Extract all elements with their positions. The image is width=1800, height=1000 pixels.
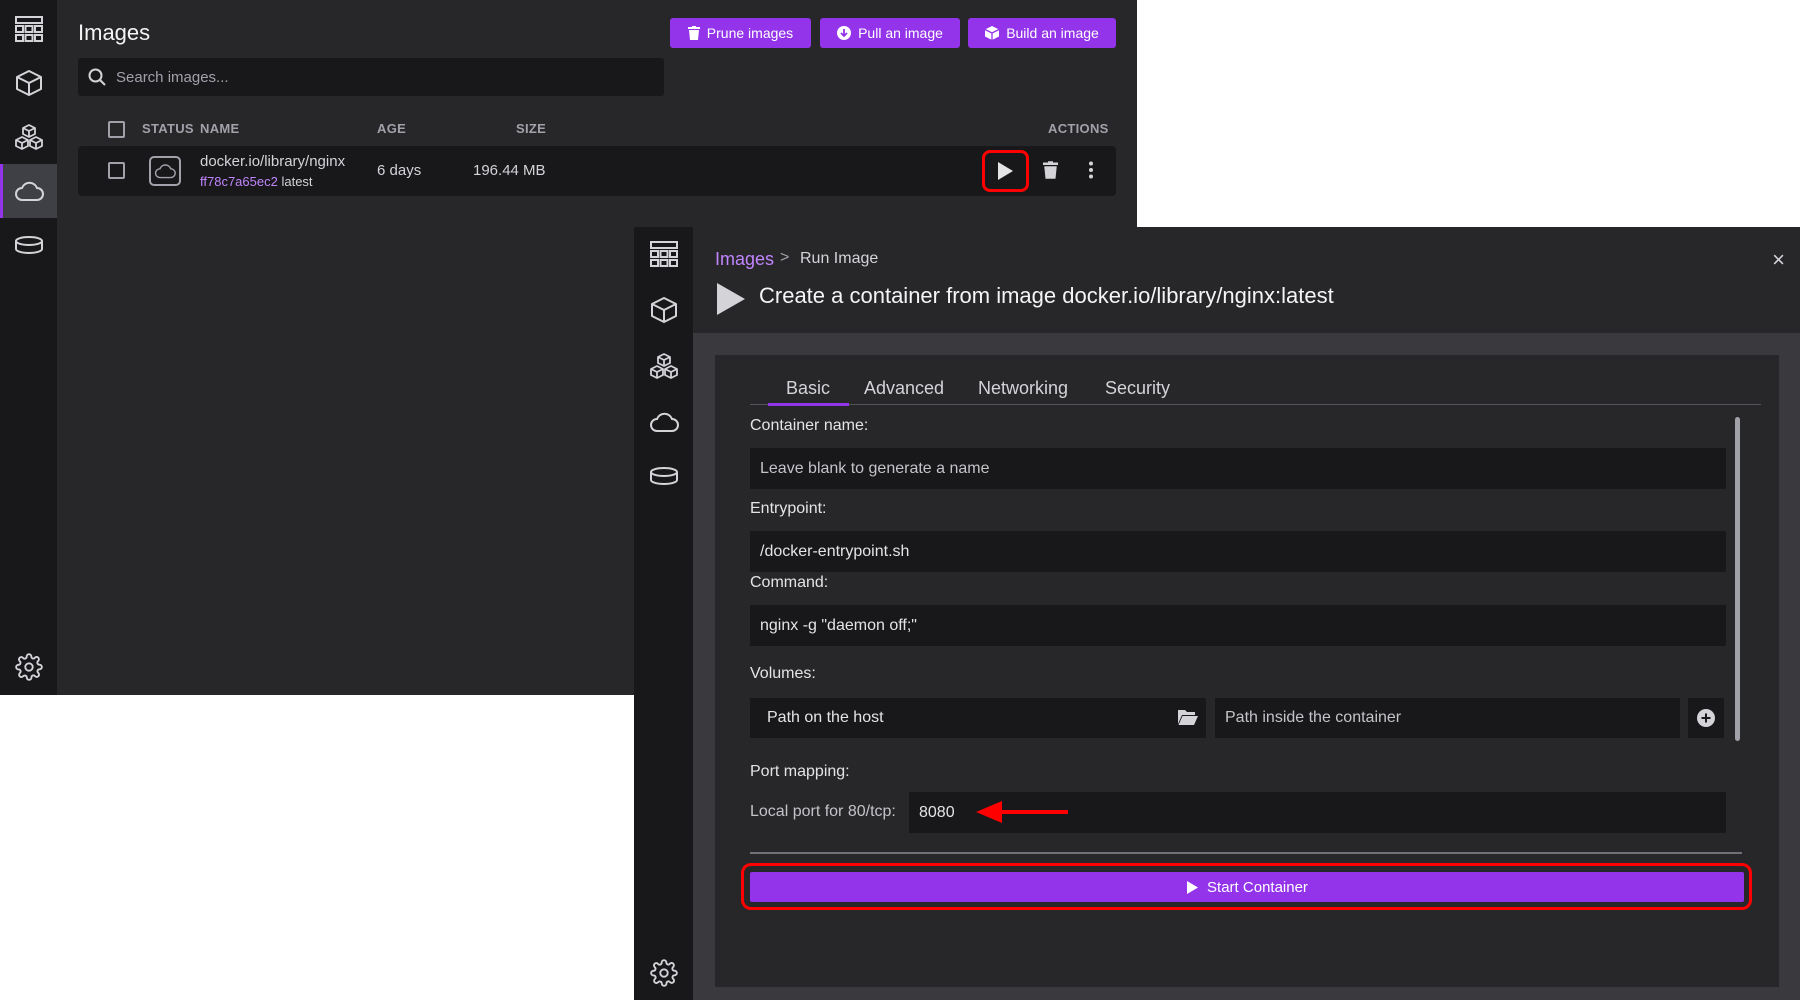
search-icon <box>88 68 106 86</box>
trash-icon <box>687 26 700 40</box>
image-id-tag: ff78c7a65ec2 latest <box>200 174 313 189</box>
row-checkbox[interactable] <box>108 162 125 179</box>
download-circle-icon <box>837 26 852 40</box>
nav-images[interactable] <box>634 395 693 449</box>
build-image-button[interactable]: Build an image <box>968 18 1116 48</box>
start-button-highlight <box>741 863 1752 910</box>
nav-volumes[interactable] <box>0 218 57 272</box>
nav-containers[interactable] <box>634 283 693 337</box>
command-input[interactable] <box>750 605 1726 646</box>
image-age: 6 days <box>377 162 422 179</box>
image-id[interactable]: ff78c7a65ec2 <box>200 174 278 189</box>
delete-image-button[interactable] <box>1043 161 1058 179</box>
dashboard-icon <box>649 241 678 267</box>
command-label: Command: <box>750 574 829 591</box>
pull-image-label: Pull an image <box>858 25 943 41</box>
settings-gear-icon <box>649 959 678 987</box>
container-name-input[interactable] <box>750 448 1726 489</box>
nav-dashboard[interactable] <box>634 227 693 281</box>
breadcrumb-images-link[interactable]: Images <box>715 249 774 270</box>
tab-basic[interactable]: Basic <box>786 378 830 399</box>
column-status[interactable]: STATUS <box>142 121 194 136</box>
nav-pods[interactable] <box>634 339 693 393</box>
disk-icon <box>649 467 678 485</box>
cloud-icon <box>649 412 679 432</box>
page-title: Images <box>78 20 151 45</box>
nav-dashboard[interactable] <box>0 2 57 56</box>
tab-divider <box>750 404 1761 405</box>
cube-icon <box>15 70 42 96</box>
plus-circle-icon <box>1697 709 1715 727</box>
tab-advanced[interactable]: Advanced <box>864 378 944 399</box>
search-bar[interactable] <box>78 58 664 96</box>
image-name[interactable]: docker.io/library/nginx <box>200 153 345 170</box>
trash-icon <box>1043 161 1058 179</box>
volumes-label: Volumes: <box>750 665 816 682</box>
active-tab-indicator <box>768 403 849 406</box>
entrypoint-label: Entrypoint: <box>750 500 827 517</box>
run-button-highlight <box>982 150 1029 192</box>
nav-settings[interactable] <box>634 946 693 1000</box>
close-button[interactable]: × <box>1772 247 1785 273</box>
page-title: Create a container from image docker.io/… <box>759 283 1334 308</box>
cubes-icon <box>649 353 678 379</box>
box-icon <box>985 26 1000 40</box>
play-title-icon <box>715 281 747 317</box>
status-cloud-icon <box>149 156 181 186</box>
search-input[interactable] <box>116 68 636 86</box>
breadcrumb-separator: > <box>780 249 790 266</box>
select-all-checkbox[interactable] <box>108 121 125 138</box>
tab-networking[interactable]: Networking <box>978 378 1068 399</box>
dashboard-icon <box>14 16 43 42</box>
image-size: 196.44 MB <box>473 162 546 179</box>
folder-open-icon <box>1178 710 1198 725</box>
sidebar-nav <box>634 227 693 1000</box>
volume-host-field <box>750 698 1206 738</box>
entrypoint-input[interactable] <box>750 531 1726 572</box>
kebab-menu-icon <box>1089 161 1093 179</box>
nav-volumes[interactable] <box>634 449 693 503</box>
column-age[interactable]: AGE <box>377 121 406 136</box>
column-name[interactable]: NAME <box>200 121 239 136</box>
prune-images-label: Prune images <box>706 25 794 41</box>
pull-image-button[interactable]: Pull an image <box>820 18 960 48</box>
port-mapping-label: Port mapping: <box>750 763 850 780</box>
sidebar-nav <box>0 0 57 695</box>
nav-settings[interactable] <box>0 640 57 694</box>
volume-container-input[interactable] <box>1215 698 1680 738</box>
browse-folder-button[interactable] <box>1178 708 1198 726</box>
cloud-icon <box>14 181 44 201</box>
local-port-label: Local port for 80/tcp: <box>750 803 896 820</box>
vertical-scrollbar[interactable] <box>1735 417 1740 741</box>
build-image-label: Build an image <box>1006 25 1099 41</box>
run-image-window: Images > Run Image × Create a container … <box>634 227 1800 1000</box>
nav-images[interactable] <box>0 164 57 218</box>
nav-containers[interactable] <box>0 56 57 110</box>
cube-icon <box>650 297 677 323</box>
annotation-arrow <box>976 799 1070 825</box>
image-tag: latest <box>281 174 313 189</box>
cubes-icon <box>14 124 43 150</box>
form-divider <box>750 852 1742 854</box>
more-options-button[interactable] <box>1088 161 1094 179</box>
column-size[interactable]: SIZE <box>516 121 546 136</box>
volume-host-input[interactable] <box>750 698 1160 738</box>
tab-security[interactable]: Security <box>1105 378 1170 399</box>
column-actions: ACTIONS <box>1048 121 1109 136</box>
prune-images-button[interactable]: Prune images <box>670 18 811 48</box>
add-volume-button[interactable] <box>1688 698 1724 738</box>
breadcrumb-current: Run Image <box>800 250 879 267</box>
settings-gear-icon <box>14 653 43 681</box>
disk-icon <box>14 236 43 254</box>
nav-pods[interactable] <box>0 110 57 164</box>
container-name-label: Container name: <box>750 417 869 434</box>
